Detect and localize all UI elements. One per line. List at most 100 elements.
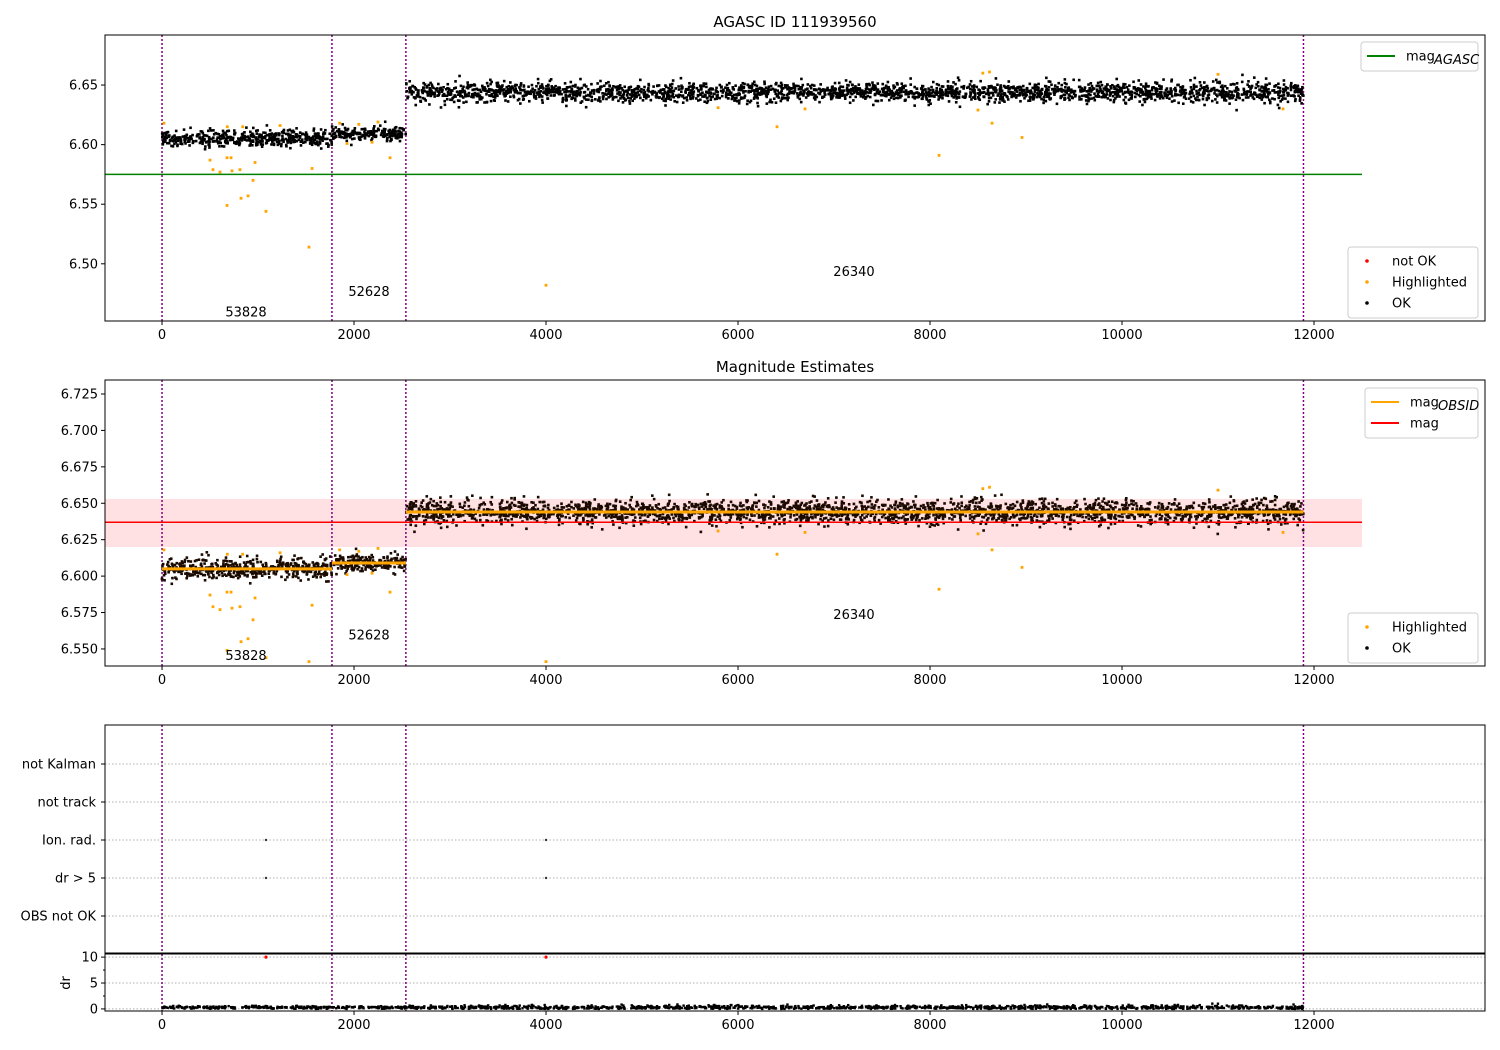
data-point-ok xyxy=(753,514,756,517)
data-point-ok xyxy=(842,93,846,97)
data-point-ok xyxy=(1147,95,1151,99)
data-point-ok xyxy=(187,139,191,143)
data-point-ok xyxy=(669,89,673,92)
data-point-ok xyxy=(207,129,210,133)
data-point-ok xyxy=(175,137,179,140)
data-point-ok xyxy=(376,127,380,131)
data-point-ok xyxy=(1073,95,1077,98)
data-point-ok xyxy=(909,83,913,86)
data-point-ok xyxy=(396,553,399,556)
data-point-ok xyxy=(590,518,594,521)
data-point-ok xyxy=(1169,508,1173,511)
data-point-ok xyxy=(1220,95,1224,99)
data-point-ok xyxy=(204,134,208,137)
data-point-ok xyxy=(826,86,829,90)
data-point-ok xyxy=(345,569,348,573)
data-point-highlighted xyxy=(162,121,166,125)
data-point-ok xyxy=(216,136,219,139)
data-point-ok xyxy=(1264,77,1268,80)
data-point-ok xyxy=(383,120,387,124)
data-point-ok xyxy=(663,91,667,94)
data-point-ok xyxy=(932,80,935,84)
data-point-ok xyxy=(329,138,332,142)
data-point-highlighted xyxy=(1020,136,1024,139)
data-point-ok xyxy=(280,563,283,567)
data-point-ok xyxy=(1235,108,1238,112)
data-point-ok xyxy=(239,571,242,574)
data-point-ok xyxy=(249,562,253,565)
data-point-ok xyxy=(854,95,857,99)
data-point-ok xyxy=(324,128,327,132)
data-point-ok xyxy=(168,139,172,143)
data-point-ok xyxy=(238,563,242,566)
data-point-ok xyxy=(918,518,921,522)
data-point-ok xyxy=(215,571,219,575)
data-point-ok xyxy=(994,90,998,93)
data-point-ok xyxy=(509,95,512,99)
data-point-ok xyxy=(669,98,673,101)
data-point-ok xyxy=(780,514,784,518)
data-point-ok xyxy=(1205,85,1209,88)
data-point-ok xyxy=(900,498,904,501)
y-tick-label: 6.50 xyxy=(69,257,98,272)
data-point-ok xyxy=(248,582,252,585)
data-point-ok xyxy=(532,93,536,97)
data-point-highlighted xyxy=(278,124,282,127)
data-point-ok xyxy=(1087,99,1090,103)
data-point-ok xyxy=(1120,503,1124,507)
data-point-ok xyxy=(1264,86,1268,90)
data-point-ok xyxy=(280,142,283,146)
data-point-ok xyxy=(898,501,902,505)
obsid-segment-label: 26340 xyxy=(833,265,874,280)
data-point-ok xyxy=(528,99,531,103)
data-point-ok xyxy=(198,136,202,139)
data-point-ok xyxy=(1198,88,1201,92)
data-point-ok xyxy=(1177,83,1180,87)
data-point-ok xyxy=(569,80,573,84)
data-point-ok xyxy=(870,496,873,499)
legend-label: OK xyxy=(1392,297,1411,312)
data-point-ok xyxy=(709,98,713,101)
data-point-ok xyxy=(536,81,540,85)
data-point-ok xyxy=(835,496,838,499)
data-point-ok xyxy=(1160,503,1164,507)
data-point-ok xyxy=(1249,93,1253,97)
data-point-ok xyxy=(746,99,749,103)
data-point-ok xyxy=(518,86,521,89)
data-point-ok xyxy=(455,90,459,94)
data-point-ok xyxy=(1109,98,1112,102)
data-point-ok xyxy=(402,569,406,573)
data-point-ok xyxy=(672,89,676,93)
data-point-ok xyxy=(393,557,396,560)
data-point-ok xyxy=(1170,89,1173,93)
data-point-ok xyxy=(201,136,205,139)
data-point-ok xyxy=(722,89,725,93)
data-point-ok xyxy=(321,136,325,140)
data-point-ok xyxy=(274,133,278,137)
data-point-ok xyxy=(1116,93,1120,97)
data-point-ok xyxy=(255,557,259,561)
data-point-ok xyxy=(1203,103,1206,107)
data-point-ok xyxy=(711,95,715,98)
data-point-ok xyxy=(229,135,233,139)
data-point-highlighted xyxy=(370,140,374,144)
data-point-ok xyxy=(359,138,362,142)
data-point-ok xyxy=(738,99,741,102)
data-point-ok xyxy=(1028,82,1032,86)
data-point-ok xyxy=(1173,99,1176,102)
data-point-ok xyxy=(485,100,489,104)
data-point-ok xyxy=(629,97,632,100)
data-point-ok xyxy=(327,145,330,148)
data-point-ok xyxy=(295,135,298,139)
data-point-ok xyxy=(892,97,896,101)
data-point-ok xyxy=(687,88,690,91)
data-point-ok xyxy=(486,84,490,88)
data-point-ok xyxy=(515,83,518,87)
data-point-ok xyxy=(1235,82,1239,85)
legend-marker xyxy=(1365,259,1369,263)
data-point-ok xyxy=(286,575,289,579)
data-point-ok xyxy=(203,573,207,577)
data-point-ok xyxy=(806,90,810,94)
data-point-ok xyxy=(222,564,226,567)
data-point-ok xyxy=(521,94,525,98)
